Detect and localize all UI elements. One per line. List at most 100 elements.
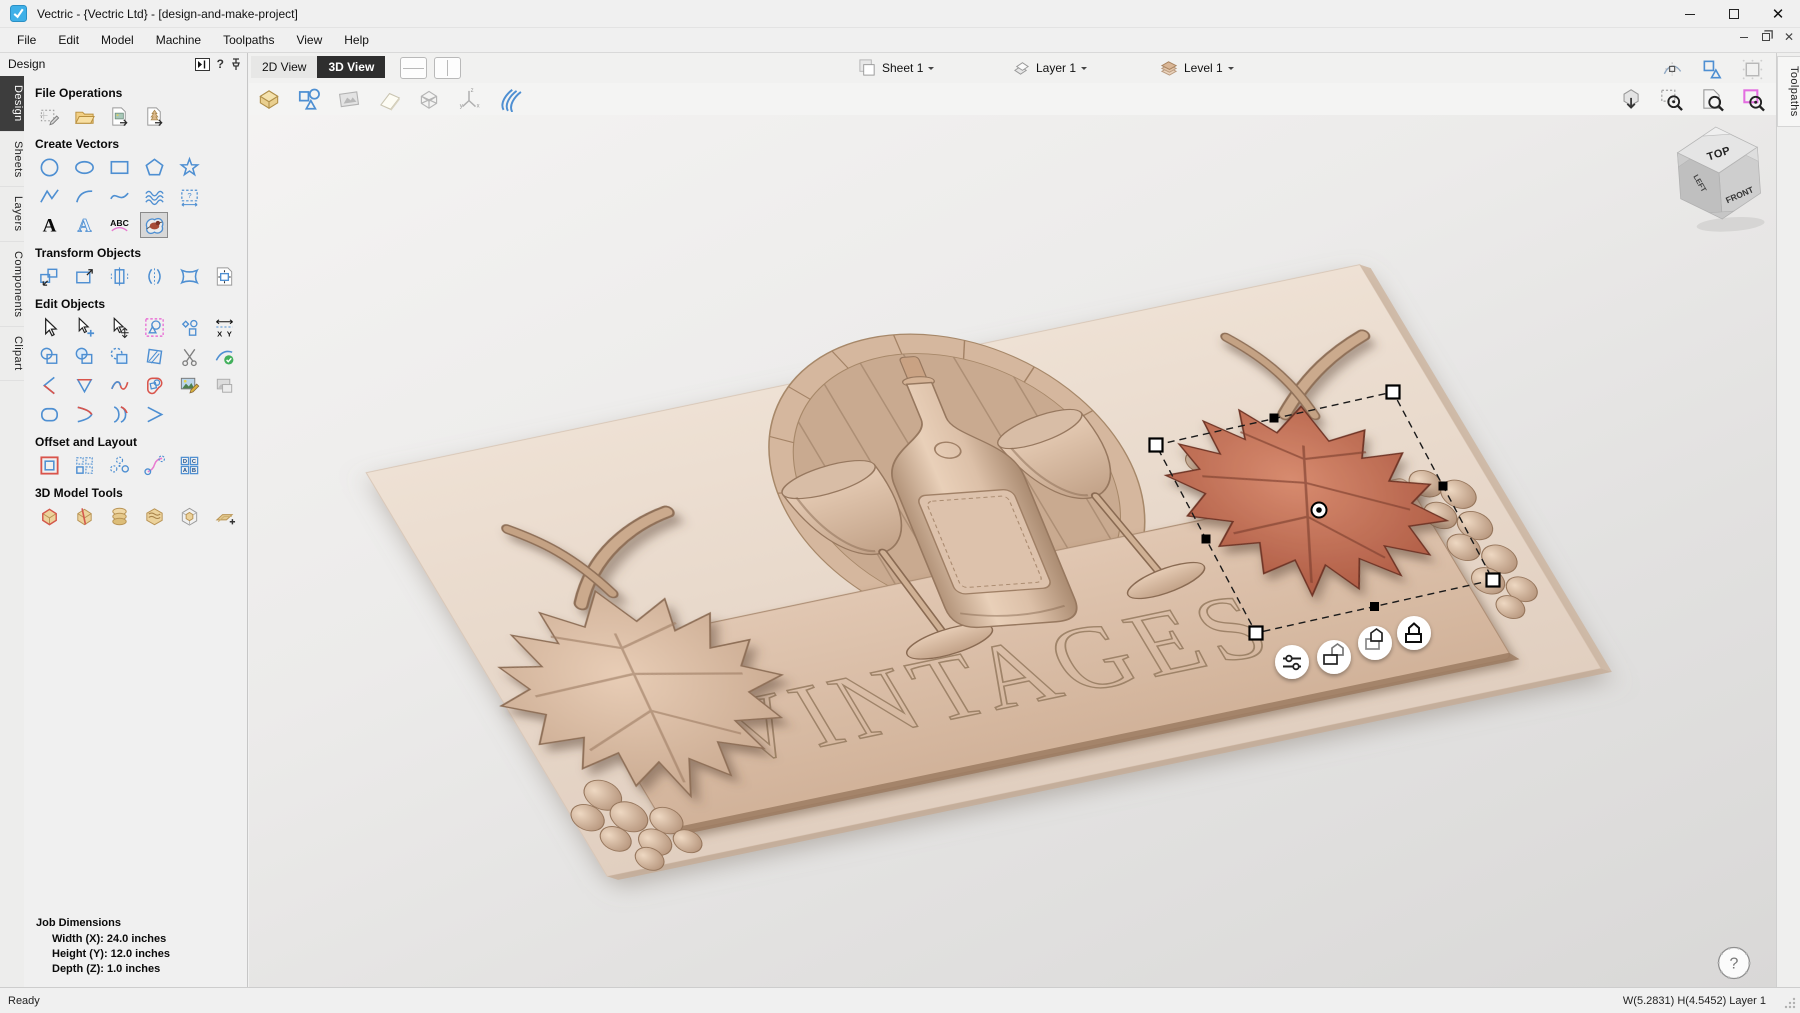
document-restore-icon[interactable] xyxy=(1762,33,1770,41)
zoom-selection-icon[interactable] xyxy=(1738,85,1768,113)
distort-object-icon[interactable] xyxy=(175,263,203,289)
close-vector-icon[interactable] xyxy=(70,372,98,398)
viewport-help-button[interactable]: ? xyxy=(1719,948,1750,979)
mirror-vertical-icon[interactable] xyxy=(105,263,133,289)
sharpen-corner-icon[interactable] xyxy=(140,401,168,427)
job-setup-icon[interactable] xyxy=(35,103,63,129)
draw-dimension-icon[interactable]: ? xyxy=(175,183,203,209)
crop-bitmap-icon[interactable] xyxy=(210,372,238,398)
window-maximize-button[interactable] xyxy=(1712,0,1756,28)
draw-rectangle-icon[interactable] xyxy=(105,154,133,180)
fit-curve-icon[interactable] xyxy=(210,343,238,369)
combine-below-button[interactable] xyxy=(1317,640,1351,674)
draw-arc-icon[interactable] xyxy=(70,183,98,209)
sheet-selector[interactable]: Sheet 1 xyxy=(858,58,934,77)
menu-file[interactable]: File xyxy=(6,30,47,50)
adjust-component-button[interactable] xyxy=(1275,645,1309,679)
tab-3d-view[interactable]: 3D View xyxy=(317,56,385,78)
stack-slices-icon[interactable] xyxy=(105,503,133,529)
tab-toolpaths[interactable]: Toolpaths xyxy=(1777,56,1800,127)
vectors-visibility-icon[interactable] xyxy=(294,85,324,113)
measure-xy-icon[interactable]: XY xyxy=(210,314,238,340)
hatch-fill-icon[interactable] xyxy=(140,343,168,369)
level-selector[interactable]: Level 1 xyxy=(1160,58,1234,77)
carve-texture-icon[interactable] xyxy=(140,503,168,529)
combine-add-button[interactable] xyxy=(1397,616,1431,650)
resize-grip-icon[interactable] xyxy=(1784,997,1796,1009)
wireframe-icon[interactable] xyxy=(414,85,444,113)
set-size-icon[interactable] xyxy=(70,263,98,289)
import-model-icon[interactable] xyxy=(140,103,168,129)
draw-circle-icon[interactable] xyxy=(35,154,63,180)
fit-arcs-icon[interactable] xyxy=(105,372,133,398)
tab-2d-view[interactable]: 2D View xyxy=(251,56,317,78)
weld-shapes-icon[interactable] xyxy=(35,343,63,369)
split-model-icon[interactable] xyxy=(70,503,98,529)
draw-polygon-icon[interactable] xyxy=(140,154,168,180)
mirror-shapes-icon[interactable] xyxy=(140,263,168,289)
import-vectors-icon[interactable] xyxy=(105,103,133,129)
snap-geometry-icon[interactable] xyxy=(1658,56,1686,82)
trim-shapes-icon[interactable] xyxy=(105,343,133,369)
draw-curve-icon[interactable] xyxy=(105,183,133,209)
extend-curve-icon[interactable] xyxy=(70,401,98,427)
draw-ellipse-icon[interactable] xyxy=(70,154,98,180)
help-panel-icon[interactable]: ? xyxy=(217,57,224,71)
snap-grid-icon[interactable] xyxy=(1738,56,1766,82)
menu-model[interactable]: Model xyxy=(90,30,145,50)
insert-clipart-icon[interactable] xyxy=(140,212,168,238)
sidebar-tab-components[interactable]: Components xyxy=(0,242,24,327)
vector-selector-icon[interactable] xyxy=(140,314,168,340)
zoom-extents-icon[interactable] xyxy=(1697,85,1727,113)
align-to-material-icon[interactable] xyxy=(210,263,238,289)
solid-block-icon[interactable] xyxy=(254,85,284,113)
menu-view[interactable]: View xyxy=(285,30,333,50)
collapse-panel-icon[interactable] xyxy=(195,58,210,71)
draw-texture-icon[interactable] xyxy=(140,183,168,209)
group-shapes-icon[interactable] xyxy=(175,314,203,340)
sidebar-tab-clipart[interactable]: Clipart xyxy=(0,327,24,381)
shading-icon[interactable] xyxy=(494,85,524,113)
split-vertical-button[interactable] xyxy=(434,57,461,79)
material-plane-icon[interactable] xyxy=(374,85,404,113)
document-minimize-icon[interactable] xyxy=(1740,37,1748,38)
zoom-box-icon[interactable] xyxy=(1656,85,1686,113)
split-horizontal-button[interactable] xyxy=(400,57,427,79)
model-board[interactable]: VINTAGES xyxy=(335,234,1629,885)
open-file-icon[interactable] xyxy=(70,103,98,129)
document-close-icon[interactable]: ✕ xyxy=(1784,31,1794,43)
draw-text-on-curve-icon[interactable]: ABC xyxy=(105,212,133,238)
round-corners-icon[interactable] xyxy=(35,401,63,427)
arc-corner-icon[interactable] xyxy=(105,401,133,427)
draw-text-outline-icon[interactable]: A xyxy=(70,212,98,238)
window-close-button[interactable]: ✕ xyxy=(1756,0,1800,28)
menu-help[interactable]: Help xyxy=(333,30,380,50)
add-model-sheet-icon[interactable] xyxy=(210,503,238,529)
node-edit-icon[interactable] xyxy=(70,314,98,340)
origin-icon[interactable]: zyx xyxy=(454,85,484,113)
combine-merge-button[interactable] xyxy=(1358,626,1392,660)
offset-contour-icon[interactable] xyxy=(35,452,63,478)
select-cursor-icon[interactable] xyxy=(35,314,63,340)
copy-along-curve-icon[interactable] xyxy=(140,452,168,478)
create-3d-shape-icon[interactable] xyxy=(35,503,63,529)
menu-machine[interactable]: Machine xyxy=(145,30,212,50)
draw-text-icon[interactable]: A xyxy=(35,212,63,238)
view-cube[interactable]: TOP FRONT LEFT xyxy=(1676,124,1765,234)
offset-shape-icon[interactable] xyxy=(140,372,168,398)
array-copy-icon[interactable] xyxy=(70,452,98,478)
layer-selector[interactable]: Layer 1 xyxy=(1012,58,1087,77)
sidebar-tab-layers[interactable]: Layers xyxy=(0,187,24,241)
window-minimize-button[interactable] xyxy=(1668,0,1712,28)
bitmap-visibility-icon[interactable] xyxy=(334,85,364,113)
snap-vectors-icon[interactable] xyxy=(1698,56,1726,82)
draw-star-icon[interactable] xyxy=(175,154,203,180)
join-vectors-icon[interactable] xyxy=(35,372,63,398)
sidebar-tab-sheets[interactable]: Sheets xyxy=(0,132,24,188)
cut-shapes-icon[interactable] xyxy=(175,343,203,369)
import-component-icon[interactable] xyxy=(175,503,203,529)
circular-copy-icon[interactable] xyxy=(105,452,133,478)
menu-toolpaths[interactable]: Toolpaths xyxy=(212,30,285,50)
interactive-move-icon[interactable] xyxy=(105,314,133,340)
rotation-pivot[interactable] xyxy=(1312,503,1327,518)
